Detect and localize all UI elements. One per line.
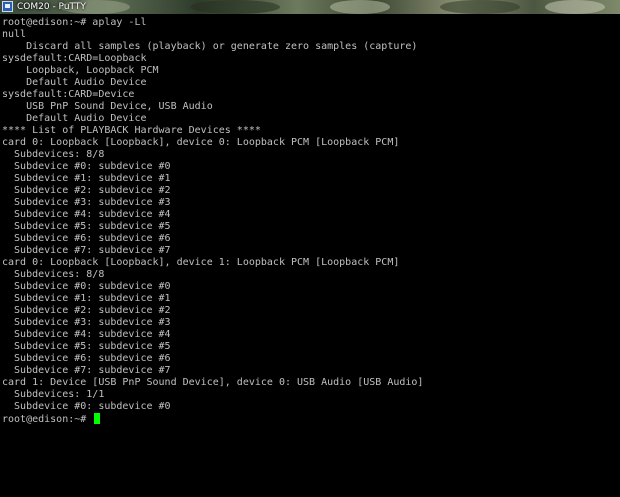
terminal-line: Subdevice #5: subdevice #5 [2, 341, 171, 352]
terminal-line: card 1: Device [USB PnP Sound Device], d… [2, 377, 424, 388]
terminal-line: Subdevice #3: subdevice #3 [2, 197, 171, 208]
command-line: root@edison:~# aplay -Ll [2, 17, 147, 28]
terminal-line: **** List of PLAYBACK Hardware Devices *… [2, 125, 261, 136]
terminal-line: Subdevices: 8/8 [2, 269, 105, 280]
terminal-line: Subdevice #0: subdevice #0 [2, 281, 171, 292]
terminal-line: card 0: Loopback [Loopback], device 1: L… [2, 257, 400, 268]
terminal-line: Subdevice #4: subdevice #4 [2, 329, 171, 340]
terminal-line: Subdevice #0: subdevice #0 [2, 401, 171, 412]
terminal-line: Subdevice #4: subdevice #4 [2, 209, 171, 220]
shell-prompt: root@edison:~# [2, 414, 93, 425]
terminal-line: Subdevices: 1/1 [2, 389, 105, 400]
terminal-line: card 0: Loopback [Loopback], device 0: L… [2, 137, 400, 148]
terminal-line: Discard all samples (playback) or genera… [2, 41, 418, 52]
terminal-line: Subdevice #6: subdevice #6 [2, 233, 171, 244]
terminal-line: Subdevice #5: subdevice #5 [2, 221, 171, 232]
text-cursor [94, 413, 101, 424]
terminal-line: Default Audio Device [2, 77, 147, 88]
terminal-line: null [2, 29, 27, 40]
terminal-line: Subdevice #7: subdevice #7 [2, 365, 171, 376]
terminal-line: Subdevice #1: subdevice #1 [2, 293, 171, 304]
terminal-line: USB PnP Sound Device, USB Audio [2, 101, 213, 112]
terminal-line: sysdefault:CARD=Loopback [2, 53, 147, 64]
putty-terminal-icon[interactable] [2, 1, 13, 12]
putty-window: COM20 - PuTTY root@edison:~# aplay -Ll nu… [0, 0, 620, 497]
terminal-line: Subdevices: 8/8 [2, 149, 105, 160]
terminal-line: sysdefault:CARD=Device [2, 89, 135, 100]
shell-prompt-line[interactable]: root@edison:~# [2, 413, 620, 425]
terminal-line: Default Audio Device [2, 113, 147, 124]
terminal-line: Subdevice #2: subdevice #2 [2, 185, 171, 196]
terminal-line: Subdevice #2: subdevice #2 [2, 305, 171, 316]
terminal-line: Subdevice #0: subdevice #0 [2, 161, 171, 172]
terminal-line: Subdevice #6: subdevice #6 [2, 353, 171, 364]
terminal-line: Subdevice #7: subdevice #7 [2, 245, 171, 256]
window-title: COM20 - PuTTY [17, 2, 86, 12]
terminal-output[interactable]: root@edison:~# aplay -Ll null Discard all… [0, 14, 620, 497]
terminal-line: Subdevice #3: subdevice #3 [2, 317, 171, 328]
title-bar[interactable]: COM20 - PuTTY [0, 0, 620, 14]
terminal-line: Loopback, Loopback PCM [2, 65, 159, 76]
terminal-line: Subdevice #1: subdevice #1 [2, 173, 171, 184]
